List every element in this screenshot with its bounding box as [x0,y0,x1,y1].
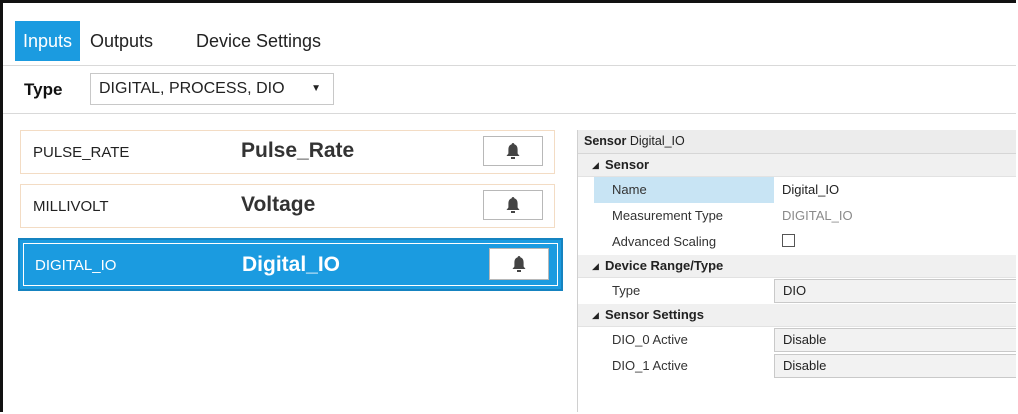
tab-bar: Inputs Outputs Device Settings [3,3,1016,66]
bell-icon [506,143,520,159]
property-name: Name [594,177,774,203]
sensor-code: PULSE_RATE [33,144,130,161]
dio0-active-select[interactable]: Disable [774,328,1016,352]
property-name: DIO_1 Active [612,358,688,373]
collapse-triangle-icon[interactable]: ◢ [592,255,599,277]
property-row-advanced-scaling[interactable]: Advanced Scaling [578,229,1016,255]
sensor-card-voltage[interactable]: MILLIVOLT Voltage [20,184,555,228]
app-window: Inputs Outputs Device Settings Type DIGI… [0,0,1016,412]
bell-icon [512,256,526,272]
property-value-cell [774,229,1016,255]
alarm-button[interactable] [483,136,543,166]
category-label: Sensor [605,157,650,172]
property-header-value: Digital_IO [629,134,685,148]
property-header-label: Sensor [584,134,627,148]
alarm-button[interactable] [489,248,549,280]
type-dropdown[interactable]: DIGITAL, PROCESS, DIO ▼ [90,73,334,105]
tab-inputs[interactable]: Inputs [15,21,81,61]
sensor-name: Digital_IO [242,253,341,276]
sensor-card-digital-io[interactable]: DIGITAL_IO Digital_IO [18,238,563,291]
property-row-measurement-type[interactable]: Measurement Type DIGITAL_IO [578,203,1016,229]
sensor-code: DIGITAL_IO [35,257,117,274]
property-name: DIO_0 Active [612,332,688,347]
sensor-name: Pulse_Rate [241,139,355,162]
alarm-button[interactable] [483,190,543,220]
property-value[interactable]: Digital_IO [774,177,1016,203]
sensor-name: Voltage [241,193,316,216]
type-filter-row: Type DIGITAL, PROCESS, DIO ▼ [3,65,1016,114]
type-dropdown-value: DIGITAL, PROCESS, DIO [99,80,285,97]
property-row-dio1-active[interactable]: DIO_1 Active Disable [578,353,1016,379]
category-sensor[interactable]: ◢ Sensor [578,154,1016,177]
property-name: Type [612,283,641,298]
divider [3,113,1016,114]
property-name: Advanced Scaling [612,234,717,249]
category-device-range-type[interactable]: ◢ Device Range/Type [578,255,1016,278]
property-row-type[interactable]: Type DIO [578,278,1016,304]
chevron-down-icon: ▼ [311,83,321,94]
sensor-code: MILLIVOLT [33,198,109,215]
property-grid: Sensor Digital_IO ◢ Sensor Name Digital_… [577,130,1016,412]
sensor-list: PULSE_RATE Pulse_Rate MILLIVOLT Voltage … [18,130,565,301]
property-name: Measurement Type [612,208,724,223]
property-grid-header: Sensor Digital_IO [578,130,1016,154]
dio1-active-select[interactable]: Disable [774,354,1016,378]
category-label: Sensor Settings [605,307,704,322]
category-sensor-settings[interactable]: ◢ Sensor Settings [578,304,1016,327]
collapse-triangle-icon[interactable]: ◢ [592,154,599,176]
property-row-dio0-active[interactable]: DIO_0 Active Disable [578,327,1016,353]
sensor-card-pulse-rate[interactable]: PULSE_RATE Pulse_Rate [20,130,555,174]
property-value: DIGITAL_IO [782,208,853,223]
type-select[interactable]: DIO [774,279,1016,303]
property-row-name[interactable]: Name Digital_IO [578,177,1016,203]
advanced-scaling-checkbox[interactable] [782,234,795,247]
tab-device-settings[interactable]: Device Settings [196,21,321,61]
type-label: Type [24,80,63,99]
category-label: Device Range/Type [605,258,724,273]
tab-outputs[interactable]: Outputs [90,21,153,61]
bell-icon [506,197,520,213]
collapse-triangle-icon[interactable]: ◢ [592,304,599,326]
